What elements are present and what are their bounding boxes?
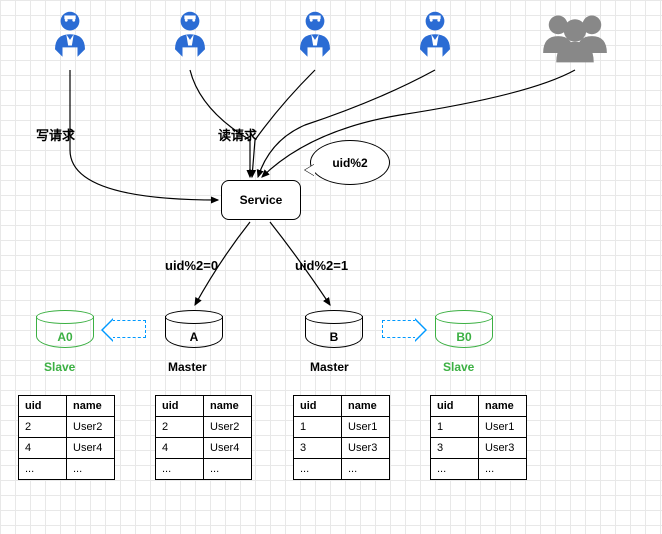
table-row: 4User4 — [19, 438, 115, 459]
master-label-b: Master — [310, 360, 349, 374]
user-icon — [160, 8, 220, 68]
table-row: 1User1 — [294, 417, 390, 438]
col-name: name — [67, 396, 115, 417]
db-b0-label: B0 — [435, 330, 493, 344]
master-label-a: Master — [168, 360, 207, 374]
user-icon — [40, 8, 100, 68]
table-a0: uidname 2User2 4User4 ...... — [18, 395, 115, 480]
col-name: name — [479, 396, 527, 417]
table-row: 4User4 — [156, 438, 252, 459]
col-uid: uid — [19, 396, 67, 417]
table-row: 2User2 — [19, 417, 115, 438]
table-row: ...... — [431, 459, 527, 480]
branch-odd-label: uid%2=1 — [295, 258, 348, 273]
user-icon — [285, 8, 345, 68]
table-b: uidname 1User1 3User3 ...... — [293, 395, 390, 480]
db-slave-b0: B0 — [435, 310, 493, 348]
table-row: ...... — [294, 459, 390, 480]
table-row: ...... — [156, 459, 252, 480]
col-uid: uid — [294, 396, 342, 417]
db-master-a: A — [165, 310, 223, 348]
slave-label-b0: Slave — [443, 360, 474, 374]
db-master-b: B — [305, 310, 363, 348]
read-request-label: 读请求 — [218, 125, 257, 144]
table-row: 2User2 — [156, 417, 252, 438]
service-label: Service — [240, 193, 283, 207]
db-a0-label: A0 — [36, 330, 94, 344]
table-row: 3User3 — [431, 438, 527, 459]
write-request-label: 写请求 — [36, 125, 75, 144]
table-row: 3User3 — [294, 438, 390, 459]
shard-rule: uid%2 — [332, 156, 367, 170]
table-b0: uidname 1User1 3User3 ...... — [430, 395, 527, 480]
service-node: Service — [221, 180, 301, 220]
db-slave-a0: A0 — [36, 310, 94, 348]
db-a-label: A — [165, 330, 223, 344]
group-icon — [530, 8, 620, 68]
replication-arrow-left-icon — [112, 320, 146, 338]
replication-arrow-right-icon — [382, 320, 416, 338]
shard-bubble: uid%2 — [310, 140, 390, 185]
col-name: name — [204, 396, 252, 417]
col-name: name — [342, 396, 390, 417]
db-b-label: B — [305, 330, 363, 344]
col-uid: uid — [431, 396, 479, 417]
table-row: ...... — [19, 459, 115, 480]
table-row: 1User1 — [431, 417, 527, 438]
col-uid: uid — [156, 396, 204, 417]
user-icon — [405, 8, 465, 68]
slave-label-a0: Slave — [44, 360, 75, 374]
table-a: uidname 2User2 4User4 ...... — [155, 395, 252, 480]
branch-even-label: uid%2=0 — [165, 258, 218, 273]
